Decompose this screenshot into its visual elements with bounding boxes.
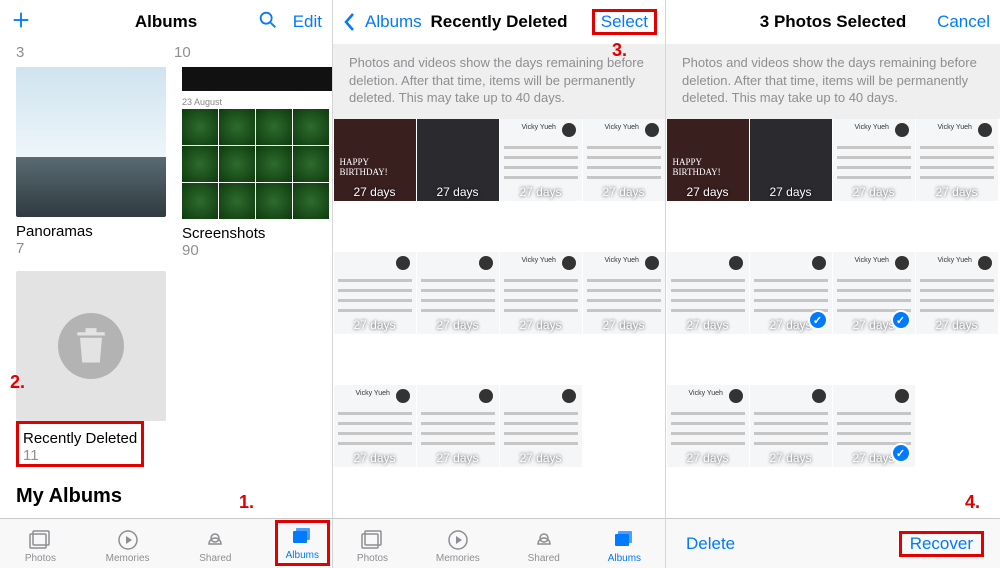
album-label: Recently Deleted	[23, 430, 137, 447]
album-label: Screenshots	[182, 225, 332, 242]
cancel-button[interactable]: Cancel	[935, 8, 992, 36]
tab-bar: Photos Memories Shared Albums	[333, 518, 665, 568]
photo-item[interactable]: Vicky Yueh27 days	[583, 119, 665, 201]
photo-grid: HAPPYBIRTHDAY!27 days 27 days Vicky Yueh…	[333, 119, 665, 518]
tab-label: Albums	[608, 553, 641, 564]
photo-item[interactable]: 27 days	[500, 385, 582, 467]
selection-check-icon	[808, 310, 828, 330]
tab-photos[interactable]: Photos	[353, 526, 392, 566]
selection-screen: 3 Photos Selected Cancel Photos and vide…	[666, 0, 1000, 568]
album-count: 7	[16, 240, 166, 257]
photo-item[interactable]: Vicky Yueh27 days	[500, 119, 582, 201]
tab-label: Shared	[528, 553, 560, 564]
recover-button[interactable]: Recover	[906, 530, 977, 557]
photos-icon	[27, 528, 53, 552]
photo-item[interactable]: 27 days	[417, 119, 499, 201]
shared-icon	[531, 528, 557, 552]
add-button[interactable]	[8, 5, 34, 40]
albums-icon	[611, 528, 637, 552]
action-bar: Delete Recover	[666, 518, 1000, 568]
photo-item[interactable]: HAPPYBIRTHDAY!27 days	[667, 119, 749, 201]
photos-icon	[359, 528, 385, 552]
photo-item[interactable]: 27 days	[334, 252, 416, 334]
tab-label: Albums	[286, 550, 319, 561]
nav-bar: Albums Edit	[0, 0, 332, 44]
album-count: 10	[174, 44, 316, 61]
tab-label: Shared	[199, 553, 231, 564]
photo-item[interactable]: 27 days	[750, 385, 832, 467]
albums-screen: Albums Edit 3 10 Panoramas 7 23 August	[0, 0, 333, 568]
photo-item[interactable]: 27 days	[417, 252, 499, 334]
back-button[interactable]: Albums	[341, 8, 424, 36]
photo-item[interactable]: 27 days	[833, 385, 915, 467]
tab-memories[interactable]: Memories	[102, 526, 154, 566]
search-button[interactable]	[255, 5, 281, 40]
album-label: Panoramas	[16, 223, 166, 240]
select-button[interactable]: Select	[599, 8, 650, 35]
photo-item[interactable]: Vicky Yueh27 days	[916, 119, 998, 201]
tab-albums[interactable]: Albums	[282, 523, 323, 563]
album-recently-deleted[interactable]: Recently Deleted 11	[16, 271, 166, 467]
albums-list: 3 10 Panoramas 7 23 August Screenshots 9…	[0, 44, 332, 518]
nav-bar: Albums Recently Deleted Select	[333, 0, 665, 44]
photo-item[interactable]: 27 days	[417, 385, 499, 467]
recently-deleted-screen: Albums Recently Deleted Select 3. Photos…	[333, 0, 666, 568]
tab-albums[interactable]: Albums	[604, 526, 645, 566]
photo-item[interactable]: HAPPYBIRTHDAY!27 days	[334, 119, 416, 201]
tab-label: Memories	[436, 553, 480, 564]
tab-label: Photos	[25, 553, 56, 564]
tab-memories[interactable]: Memories	[432, 526, 484, 566]
tab-label: Memories	[106, 553, 150, 564]
albums-icon	[289, 525, 315, 549]
photo-item[interactable]: Vicky Yueh27 days	[500, 252, 582, 334]
my-albums-heading: My Albums	[16, 485, 316, 508]
album-screenshots[interactable]: 23 August Screenshots 90	[182, 67, 332, 259]
photo-item[interactable]: Vicky Yueh27 days	[833, 252, 915, 334]
tab-shared[interactable]: Shared	[195, 526, 235, 566]
info-text: Photos and videos show the days remainin…	[333, 44, 665, 119]
album-count: 11	[23, 447, 137, 464]
photo-item[interactable]: Vicky Yueh27 days	[667, 385, 749, 467]
photo-item[interactable]: 27 days	[750, 252, 832, 334]
photo-grid: HAPPYBIRTHDAY!27 days 27 days Vicky Yueh…	[666, 119, 1000, 518]
info-text: Photos and videos show the days remainin…	[666, 44, 1000, 119]
album-count: 3	[16, 44, 158, 61]
photo-item[interactable]: Vicky Yueh27 days	[833, 119, 915, 201]
album-count: 90	[182, 242, 332, 259]
tab-label: Photos	[357, 553, 388, 564]
memories-icon	[445, 528, 471, 552]
album-panoramas[interactable]: Panoramas 7	[16, 67, 166, 259]
photo-item[interactable]: 27 days	[667, 252, 749, 334]
tab-photos[interactable]: Photos	[21, 526, 60, 566]
photo-item[interactable]: Vicky Yueh27 days	[334, 385, 416, 467]
nav-bar: 3 Photos Selected Cancel	[666, 0, 1000, 44]
shared-icon	[202, 528, 228, 552]
trash-icon	[58, 313, 124, 379]
photo-item[interactable]: Vicky Yueh27 days	[916, 252, 998, 334]
delete-button[interactable]: Delete	[682, 530, 739, 558]
photo-item[interactable]: 27 days	[750, 119, 832, 201]
photo-item[interactable]: Vicky Yueh27 days	[583, 252, 665, 334]
tab-shared[interactable]: Shared	[524, 526, 564, 566]
album-date: 23 August	[182, 97, 332, 107]
memories-icon	[115, 528, 141, 552]
selection-check-icon	[891, 310, 911, 330]
edit-button[interactable]: Edit	[291, 8, 324, 36]
back-label: Albums	[365, 12, 422, 32]
chevron-left-icon	[343, 12, 355, 32]
selection-check-icon	[891, 443, 911, 463]
